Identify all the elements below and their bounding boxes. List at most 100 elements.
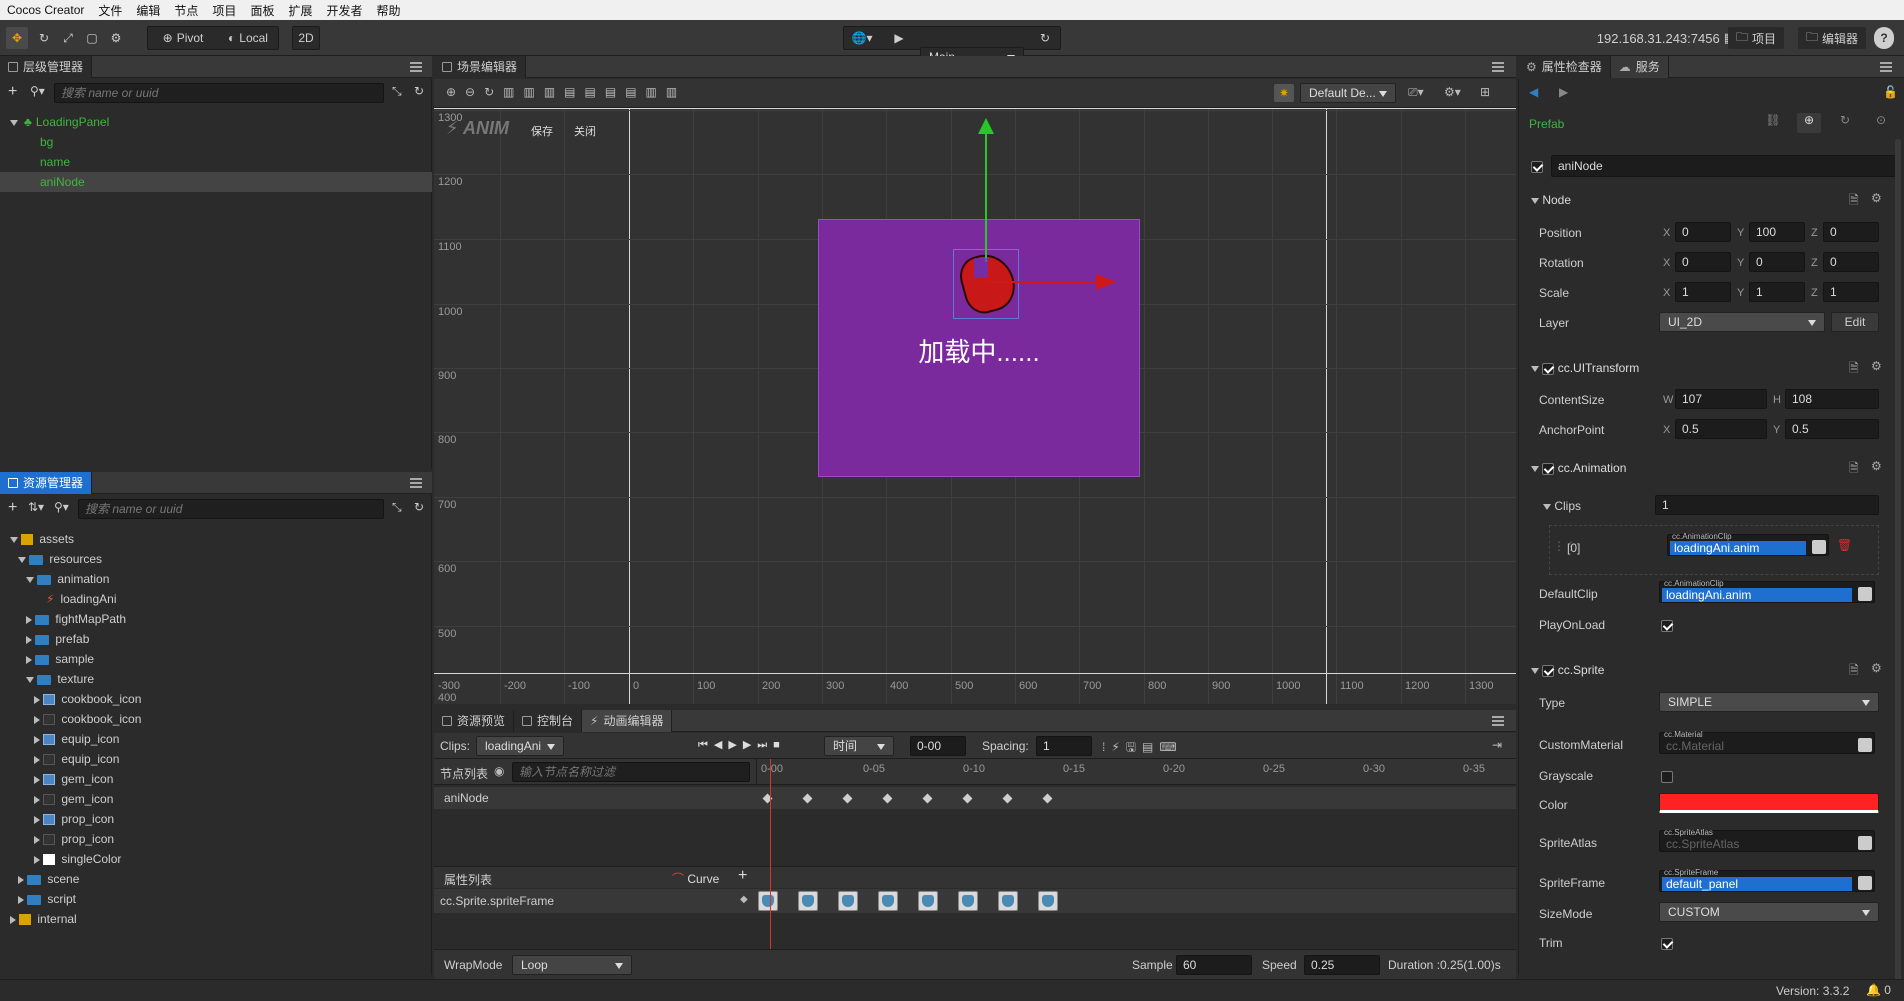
defaultclip-field[interactable]: cc.AnimationClip loadingAni.anim xyxy=(1659,579,1875,603)
anchor-y-input[interactable]: 0.5 xyxy=(1785,419,1879,439)
current-time-input[interactable]: 0-00 xyxy=(910,736,966,756)
asset-picker-icon[interactable] xyxy=(1858,738,1872,752)
help-icon[interactable]: ? xyxy=(1874,27,1894,49)
doc-icon[interactable]: 🗎 xyxy=(1849,459,1859,480)
position-x-input[interactable]: 0 xyxy=(1675,222,1731,242)
component-gear-icon[interactable]: ⚙ xyxy=(1871,359,1882,373)
asset-equip-icon-2[interactable]: equip_icon xyxy=(0,749,119,769)
gizmo-x-arrow-icon[interactable] xyxy=(1096,274,1116,290)
menu-help[interactable]: 帮助 xyxy=(369,2,407,19)
spriteframe-key-icon[interactable] xyxy=(798,891,818,911)
asset-picker-icon[interactable] xyxy=(1812,540,1826,554)
node-filter-input[interactable]: 输入节点名称过滤 xyxy=(512,762,750,782)
mode-2d-button[interactable]: 2D xyxy=(292,27,320,49)
doc-icon[interactable]: 🗎 xyxy=(1849,661,1859,682)
asset-sample[interactable]: sample xyxy=(0,649,94,669)
sample-input[interactable]: 60 xyxy=(1176,955,1252,975)
locate-icon[interactable]: ⊕ xyxy=(1797,113,1821,133)
tab-inspector[interactable]: ⚙ 属性检查器 xyxy=(1518,55,1611,78)
inspector-scrollbar[interactable] xyxy=(1895,139,1901,999)
section-gear-icon[interactable]: ⚙ xyxy=(1871,191,1882,205)
clips-header[interactable]: Clips xyxy=(1543,499,1581,513)
playhead-line[interactable] xyxy=(770,759,771,949)
panel-menu-icon[interactable] xyxy=(1492,62,1504,72)
notification-indicator[interactable]: 🔔 0 xyxy=(1866,983,1891,997)
menu-edit[interactable]: 编辑 xyxy=(129,2,167,19)
keyframe-marker[interactable] xyxy=(1042,793,1053,804)
assets-search-input[interactable]: 搜索 name or uuid xyxy=(78,499,384,519)
scale-y-input[interactable]: 1 xyxy=(1749,282,1805,302)
asset-cookbook-icon-2[interactable]: cookbook_icon xyxy=(0,709,141,729)
editor-button[interactable]: 🗀 编辑器 xyxy=(1798,27,1866,49)
asset-gem-icon[interactable]: gem_icon xyxy=(0,769,113,789)
collapsed-arrow-icon[interactable] xyxy=(34,695,40,704)
doc-icon[interactable]: 🗎 xyxy=(1849,359,1859,380)
menu-panel[interactable]: 面板 xyxy=(243,2,281,19)
width-input[interactable]: 107 xyxy=(1675,389,1767,409)
rotation-x-input[interactable]: 0 xyxy=(1675,252,1731,272)
collapsed-arrow-icon[interactable] xyxy=(34,835,40,844)
asset-scene[interactable]: scene xyxy=(0,869,79,889)
search-type-icon[interactable]: ⚲▾ xyxy=(54,500,69,514)
menu-node[interactable]: 节点 xyxy=(167,2,205,19)
clips-count-input[interactable]: 1 xyxy=(1655,495,1879,515)
expand-arrow-icon[interactable] xyxy=(10,536,18,543)
anchor-x-input[interactable]: 0.5 xyxy=(1675,419,1767,439)
layer-edit-button[interactable]: Edit xyxy=(1831,312,1879,332)
rotation-y-input[interactable]: 0 xyxy=(1749,252,1805,272)
asset-prop-icon[interactable]: prop_icon xyxy=(0,809,114,829)
keyframe-marker[interactable] xyxy=(802,793,813,804)
keyframe-add-icon[interactable]: ◆ xyxy=(740,894,748,905)
panel-menu-icon[interactable] xyxy=(410,62,422,72)
pivot-button[interactable]: ⊕ Pivot xyxy=(154,27,212,49)
spriteframe-key-icon[interactable] xyxy=(838,891,858,911)
panel-menu-icon[interactable] xyxy=(1880,62,1892,72)
color-swatch[interactable] xyxy=(1659,793,1879,813)
collapsed-arrow-icon[interactable] xyxy=(18,895,24,904)
expand-arrow-icon[interactable] xyxy=(1531,465,1539,472)
doc-icon[interactable]: 🗎 xyxy=(1849,191,1859,212)
grayscale-checkbox[interactable] xyxy=(1661,770,1673,783)
node-keyframe-row[interactable] xyxy=(756,787,1516,809)
tree-node-bg[interactable]: bg xyxy=(0,132,432,152)
asset-picker-icon[interactable] xyxy=(1858,836,1872,850)
tab-console[interactable]: 控制台 xyxy=(514,709,583,732)
asset-prop-icon-2[interactable]: prop_icon xyxy=(0,829,114,849)
collapse-all-icon[interactable]: ⤡ xyxy=(392,500,402,515)
keyframe-marker[interactable] xyxy=(962,793,973,804)
clip-0-field[interactable]: cc.AnimationClip loadingAni.anim xyxy=(1667,532,1829,556)
scene-settings-icon[interactable]: ⚙▾ xyxy=(1444,85,1461,99)
tab-animation-editor[interactable]: ⚡ 动画编辑器 xyxy=(582,709,673,732)
expand-arrow-icon[interactable] xyxy=(26,676,34,683)
spriteframe-key-icon[interactable] xyxy=(918,891,938,911)
gizmo-y-axis[interactable] xyxy=(985,128,987,262)
maximize-icon[interactable]: ⊞ xyxy=(1480,85,1490,99)
tab-hierarchy[interactable]: 层级管理器 xyxy=(0,55,93,78)
position-z-input[interactable]: 0 xyxy=(1823,222,1879,242)
rotation-z-input[interactable]: 0 xyxy=(1823,252,1879,272)
timeline-ruler[interactable]: 0-00 0-05 0-10 0-15 0-20 0-25 0-30 0-35 xyxy=(756,759,1516,785)
spriteframe-key-icon[interactable] xyxy=(758,891,778,911)
sprite-type-select[interactable]: SIMPLE xyxy=(1659,692,1879,712)
panel-menu-icon[interactable] xyxy=(410,478,422,488)
expand-arrow-icon[interactable] xyxy=(1543,503,1551,510)
menu-developer[interactable]: 开发者 xyxy=(319,2,369,19)
preview-platform-icon[interactable]: 🌐▾ xyxy=(848,27,876,49)
tree-node-name[interactable]: name xyxy=(0,152,432,172)
expand-arrow-icon[interactable] xyxy=(1531,667,1539,674)
collapsed-arrow-icon[interactable] xyxy=(34,755,40,764)
panel-menu-icon[interactable] xyxy=(1492,716,1504,726)
apply-icon[interactable]: ⊙ xyxy=(1869,113,1893,133)
asset-internal[interactable]: internal xyxy=(0,909,77,929)
collapsed-arrow-icon[interactable] xyxy=(34,795,40,804)
uitransform-header[interactable]: cc.UITransform xyxy=(1531,361,1639,375)
back-arrow-icon[interactable]: ◀ xyxy=(1529,85,1538,99)
collapsed-arrow-icon[interactable] xyxy=(34,855,40,864)
asset-picker-icon[interactable] xyxy=(1858,587,1872,601)
asset-texture[interactable]: texture xyxy=(0,669,94,689)
asset-picker-icon[interactable] xyxy=(1858,876,1872,890)
keyframe-marker[interactable] xyxy=(1002,793,1013,804)
link-icon[interactable]: ⛓ xyxy=(1761,113,1785,133)
collapsed-arrow-icon[interactable] xyxy=(34,715,40,724)
asset-equip-icon[interactable]: equip_icon xyxy=(0,729,119,749)
